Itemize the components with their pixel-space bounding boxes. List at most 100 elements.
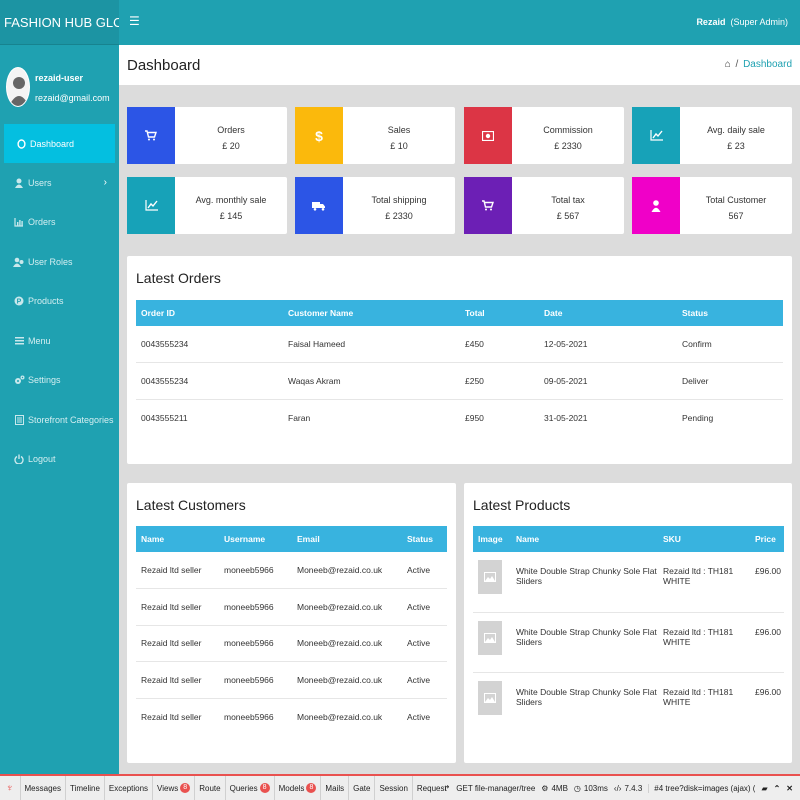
- gears-icon: [13, 375, 25, 385]
- hamburger-menu-icon[interactable]: ☰: [129, 14, 140, 28]
- column-header[interactable]: Name: [136, 526, 219, 552]
- sidebar-item-dashboard[interactable]: Dashboard: [4, 124, 115, 163]
- table-row[interactable]: White Double Strap Chunky Sole Flat Slid…: [473, 611, 784, 672]
- stat-card-total-customer[interactable]: Total Customer 567: [632, 177, 792, 234]
- debug-tab-label: Timeline: [69, 783, 100, 793]
- table-row[interactable]: 0043555234 Waqas Akram £250 09-05-2021 D…: [136, 362, 783, 399]
- debug-tab-label: Messages: [24, 783, 61, 793]
- stat-label: Commission: [543, 125, 593, 135]
- order-id-cell: 0043555234: [136, 362, 283, 399]
- email-cell: Moneeb@rezaid.co.uk: [297, 565, 383, 575]
- table-row[interactable]: Rezaid ltd seller moneeb5966 Moneeb@reza…: [136, 661, 447, 698]
- folder-open-icon[interactable]: ▰: [761, 784, 767, 793]
- product-image-placeholder[interactable]: [478, 680, 502, 715]
- stat-value: £ 567: [556, 211, 580, 221]
- debug-tab-views[interactable]: Views 8: [153, 776, 196, 800]
- email-cell: Moneeb@rezaid.co.uk: [292, 588, 402, 625]
- username-cell: moneeb5966: [224, 565, 274, 575]
- sidebar-item-products[interactable]: P Products: [0, 282, 119, 322]
- laravel-logo-icon[interactable]: ♆: [0, 776, 21, 800]
- price-cell: £96.00: [755, 566, 781, 576]
- home-icon[interactable]: ⌂: [725, 59, 731, 70]
- memory-usage[interactable]: 4MB: [551, 784, 567, 793]
- chevron-up-icon[interactable]: ⌃: [774, 784, 781, 793]
- sku-cell: Rezaid ltd : TH181 WHITE: [658, 611, 750, 672]
- order-id-cell: 0043555211: [136, 398, 283, 436]
- column-header[interactable]: Image: [473, 526, 511, 552]
- sidebar-item-logout[interactable]: Logout: [0, 440, 119, 480]
- sidebar-item-settings[interactable]: Settings: [0, 361, 119, 401]
- dollar-icon: $: [315, 127, 323, 144]
- column-header[interactable]: Price: [750, 526, 784, 552]
- stat-card-commission[interactable]: Commission £ 2330: [464, 107, 624, 164]
- column-header[interactable]: Status: [402, 526, 447, 552]
- php-version[interactable]: 7.4.3: [624, 784, 642, 793]
- debug-tab-label: Mails: [325, 783, 345, 793]
- column-header[interactable]: Status: [677, 300, 783, 326]
- table-row[interactable]: White Double Strap Chunky Sole Flat Slid…: [473, 671, 784, 732]
- request-route[interactable]: GET file-manager/tree: [456, 784, 535, 793]
- stat-icon-box: [127, 177, 175, 234]
- user-name: rezaid-user: [35, 73, 84, 83]
- debug-tab-exceptions[interactable]: Exceptions: [105, 776, 154, 800]
- stat-card-avg-monthly-sale[interactable]: Avg. monthly sale £ 145: [127, 177, 287, 234]
- product-image-placeholder[interactable]: [478, 620, 502, 655]
- stat-icon-box: [295, 177, 343, 234]
- code-icon: ‹/›: [613, 783, 622, 793]
- column-header[interactable]: Total: [460, 300, 539, 326]
- debug-tab-models[interactable]: Models 8: [275, 776, 322, 800]
- column-header[interactable]: SKU: [658, 526, 750, 552]
- sidebar-item-label: Orders: [28, 217, 56, 228]
- debug-tab-queries[interactable]: Queries 8: [226, 776, 275, 800]
- name-cell: Rezaid ltd seller: [136, 624, 219, 662]
- sidebar-item-user-roles[interactable]: User Roles: [0, 242, 119, 282]
- stat-icon-box: [127, 107, 175, 164]
- debug-tab-mails[interactable]: Mails: [321, 776, 350, 800]
- price-cell: £96.00: [750, 671, 784, 732]
- table-row[interactable]: Rezaid ltd seller moneeb5966 Moneeb@reza…: [136, 588, 447, 625]
- column-header[interactable]: Order ID: [136, 300, 283, 326]
- table-header-row: Order ID Customer Name Total Date Status: [136, 300, 783, 326]
- close-icon[interactable]: ✕: [786, 784, 793, 793]
- admin-user-label[interactable]: Rezaid (Super Admin): [696, 17, 788, 27]
- stat-value: £ 2330: [554, 141, 582, 151]
- column-header[interactable]: Name: [511, 526, 658, 552]
- sidebar-item-orders[interactable]: Orders: [0, 203, 119, 243]
- breadcrumb-current[interactable]: Dashboard: [743, 59, 792, 70]
- card-title: Latest Orders: [136, 270, 221, 286]
- stat-icon-box: [464, 177, 512, 234]
- debug-tab-messages[interactable]: Messages: [21, 776, 66, 800]
- brand-title[interactable]: FASHION HUB GLOBAL: [0, 0, 119, 45]
- column-header[interactable]: Username: [219, 526, 292, 552]
- table-row[interactable]: White Double Strap Chunky Sole Flat Slid…: [473, 552, 784, 612]
- debug-tab-label: Exceptions: [108, 783, 149, 793]
- sidebar-item-menu[interactable]: Menu: [0, 321, 119, 361]
- request-time[interactable]: 103ms: [584, 784, 608, 793]
- cart-icon: [482, 200, 494, 211]
- debug-tab-session[interactable]: Session: [375, 776, 413, 800]
- image-icon: [484, 572, 496, 582]
- sidebar-item-storefront-categories[interactable]: Storefront Categories: [0, 400, 119, 440]
- column-header[interactable]: Date: [539, 300, 677, 326]
- table-row[interactable]: Rezaid ltd seller moneeb5966 Moneeb@reza…: [136, 697, 447, 735]
- table-row[interactable]: Rezaid ltd seller moneeb5966 Moneeb@reza…: [136, 624, 447, 662]
- sidebar-item-users[interactable]: Users ›: [0, 163, 119, 203]
- product-image-placeholder[interactable]: [478, 560, 502, 594]
- column-header[interactable]: Customer Name: [283, 300, 460, 326]
- stat-card-sales[interactable]: $ Sales £ 10: [295, 107, 455, 164]
- ajax-request-select[interactable]: #4 tree?disk=images (ajax) (: [648, 783, 755, 793]
- stat-card-avg-daily-sale[interactable]: Avg. daily sale £ 23: [632, 107, 792, 164]
- debug-tab-gate[interactable]: Gate: [349, 776, 376, 800]
- column-header[interactable]: Email: [292, 526, 402, 552]
- table-row[interactable]: 0043555211 Faran £950 31-05-2021 Pending: [136, 398, 783, 436]
- stat-card-total-tax[interactable]: Total tax £ 567: [464, 177, 624, 234]
- debug-tab-timeline[interactable]: Timeline: [66, 776, 105, 800]
- stat-card-total-shipping[interactable]: Total shipping £ 2330: [295, 177, 455, 234]
- table-row[interactable]: Rezaid ltd seller moneeb5966 Moneeb@reza…: [136, 552, 447, 589]
- bar-chart-icon: [13, 217, 25, 227]
- svg-text:P: P: [17, 299, 22, 306]
- table-row[interactable]: 0043555234 Faisal Hameed £450 12-05-2021…: [136, 326, 783, 363]
- sidebar-item-label: Dashboard: [30, 138, 75, 149]
- debug-tab-route[interactable]: Route: [195, 776, 226, 800]
- stat-card-orders[interactable]: Orders £ 20: [127, 107, 287, 164]
